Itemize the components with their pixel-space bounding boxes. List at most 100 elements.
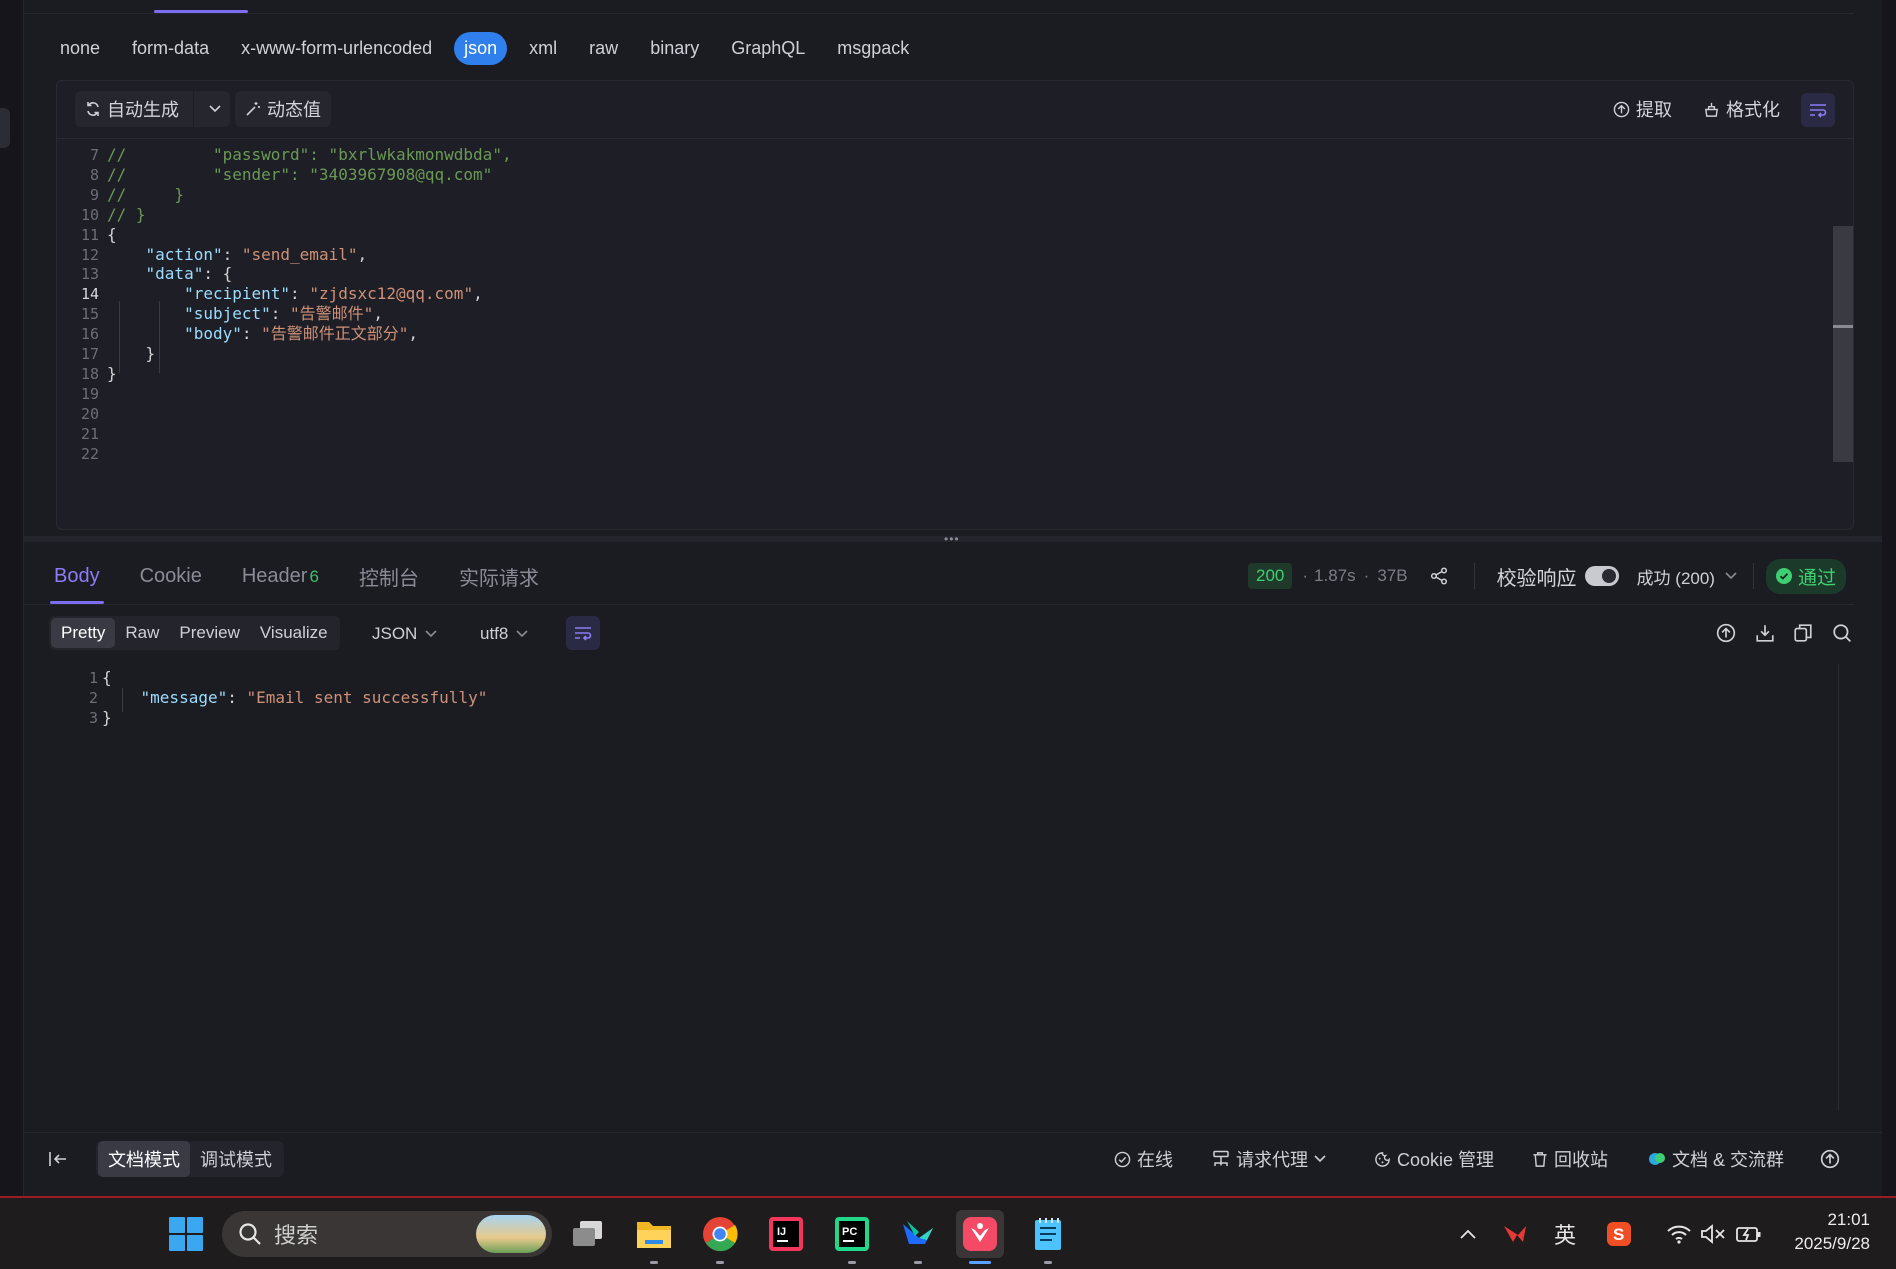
word-wrap-button[interactable] [1801, 93, 1835, 127]
docs-community-label: 文档 & 交流群 [1672, 1150, 1785, 1170]
body-type-urlencoded[interactable]: x-www-form-urlencoded [231, 32, 442, 65]
check-circle-icon [1775, 568, 1792, 584]
body-type-graphql[interactable]: GraphQL [721, 32, 815, 65]
show-hidden-icons-button[interactable] [1456, 1220, 1480, 1248]
auto-generate-button[interactable]: 自动生成 [75, 91, 230, 127]
auto-generate-dropdown[interactable] [200, 105, 230, 113]
debug-mode-button[interactable]: 调试模式 [190, 1141, 282, 1177]
online-status[interactable]: 在线 [1114, 1145, 1173, 1173]
body-type-tabs: none form-data x-www-form-urlencoded jso… [50, 30, 931, 66]
mode-switch: 文档模式 调试模式 [96, 1141, 284, 1177]
response-tabs: Body Cookie Header 6 控制台 实际请求 [50, 556, 575, 604]
tab-cookie[interactable]: Cookie [136, 559, 206, 594]
start-button[interactable] [162, 1210, 210, 1258]
dynamic-value-button[interactable]: 动态值 [235, 91, 331, 127]
input-method-indicator[interactable]: 英 [1550, 1220, 1580, 1248]
body-type-none[interactable]: none [50, 32, 110, 65]
copy-icon [1794, 624, 1812, 642]
volume-status[interactable] [1698, 1220, 1728, 1248]
doc-mode-button[interactable]: 文档模式 [98, 1141, 190, 1177]
status-bar: 文档模式 调试模式 在线 请求代理 Cookie 管理 回收站 文档 & 交流群 [24, 1132, 1882, 1184]
body-type-form-data[interactable]: form-data [122, 32, 219, 65]
view-mode-visualize[interactable]: Visualize [250, 618, 338, 648]
apifox-app[interactable] [956, 1210, 1004, 1264]
red-tray-app-icon [1504, 1226, 1526, 1242]
view-mode-switch: Pretty Raw Preview Visualize [49, 616, 340, 650]
battery-status[interactable] [1734, 1220, 1764, 1248]
copy-button[interactable] [1790, 620, 1816, 646]
result-select[interactable]: 成功 (200) [1637, 564, 1737, 589]
chrome-app[interactable] [696, 1210, 744, 1264]
chevron-down-icon [209, 105, 221, 113]
search-button[interactable] [1829, 620, 1855, 646]
pycharm-app[interactable]: PC [828, 1210, 876, 1264]
format-button[interactable]: 格式化 [1703, 91, 1780, 127]
sidebar-collapse-handle[interactable] [0, 108, 10, 148]
tray-app-icon[interactable] [1500, 1220, 1530, 1248]
share-button[interactable] [1430, 567, 1448, 585]
tab-body[interactable]: Body [50, 559, 104, 604]
running-indicator [914, 1261, 922, 1264]
wifi-status[interactable] [1664, 1220, 1694, 1248]
pass-label: 通过 [1797, 567, 1836, 589]
feishu-app[interactable] [894, 1210, 942, 1264]
svg-text:S: S [1613, 1225, 1624, 1244]
notepad-app[interactable] [1024, 1210, 1072, 1264]
request-code-area[interactable]: 7// "password": "bxrlwkakmonwdbda", 8// "… [57, 141, 1817, 529]
download-button[interactable] [1752, 620, 1778, 646]
docs-community-button[interactable]: 文档 & 交流群 [1648, 1145, 1784, 1173]
left-gutter [0, 0, 24, 1196]
running-indicator [716, 1261, 724, 1264]
result-select-value: 成功 (200) [1636, 568, 1715, 588]
divider [193, 91, 194, 127]
recycle-bin-button[interactable]: 回收站 [1532, 1145, 1608, 1173]
view-mode-pretty[interactable]: Pretty [51, 618, 116, 648]
encoding-select[interactable]: utf8 [480, 620, 528, 648]
task-view-button[interactable] [564, 1210, 612, 1258]
sogou-ime-icon[interactable]: S [1604, 1220, 1634, 1248]
running-indicator [969, 1261, 991, 1264]
system-clock[interactable]: 21:01 2025/9/28 [1794, 1208, 1870, 1256]
clock-date: 2025/9/28 [1794, 1234, 1870, 1253]
meta-separator: · [1302, 566, 1309, 585]
cookie-manager-button[interactable]: Cookie 管理 [1374, 1145, 1494, 1173]
apifox-icon [963, 1217, 997, 1251]
format-select[interactable]: JSON [372, 620, 437, 648]
editor-scrollbar[interactable] [1833, 226, 1853, 462]
response-wrap-button[interactable] [566, 616, 600, 650]
body-type-msgpack[interactable]: msgpack [827, 32, 919, 65]
chat-bubble-icon [1649, 1153, 1665, 1165]
view-mode-preview[interactable]: Preview [169, 618, 249, 648]
tab-console[interactable]: 控制台 [355, 556, 423, 597]
intellij-app[interactable]: IJ [762, 1210, 810, 1258]
header-count-badge: 6 [309, 566, 319, 586]
status-code-badge: 200 [1248, 563, 1293, 589]
file-explorer-app[interactable] [630, 1210, 678, 1264]
response-code-area[interactable]: 1{2 "message": "Email sent successfully"… [56, 664, 1836, 964]
pycharm-icon: PC [835, 1217, 869, 1251]
body-type-binary[interactable]: binary [640, 32, 709, 65]
view-mode-raw[interactable]: Raw [115, 618, 169, 648]
body-type-json[interactable]: json [454, 31, 508, 65]
response-extract-button[interactable] [1713, 620, 1739, 646]
meta-separator: · [1363, 566, 1370, 585]
proxy-label: 请求代理 [1236, 1150, 1308, 1170]
taskbar-search[interactable]: 搜索 [222, 1211, 552, 1257]
feishu-bird-icon [903, 1221, 933, 1244]
response-scrollbar-track[interactable] [1838, 664, 1839, 1110]
online-label: 在线 [1137, 1150, 1173, 1170]
extract-button[interactable]: 提取 [1613, 91, 1672, 127]
code-line[interactable]: 3} [56, 706, 1836, 730]
proxy-select[interactable]: 请求代理 [1212, 1145, 1326, 1173]
upload-circle-icon [1820, 1149, 1840, 1169]
collapse-sidebar-button[interactable] [48, 1145, 68, 1173]
body-type-xml[interactable]: xml [519, 32, 567, 65]
upgrade-button[interactable] [1820, 1145, 1840, 1173]
tab-actual-request[interactable]: 实际请求 [455, 556, 543, 597]
chevron-down-icon [425, 630, 437, 638]
tab-header[interactable]: Header 6 [238, 559, 323, 594]
validate-response-toggle[interactable] [1584, 566, 1619, 586]
code-line[interactable]: 22 [57, 442, 1817, 466]
splitter-handle-icon[interactable]: ••• [944, 532, 960, 546]
body-type-raw[interactable]: raw [579, 32, 628, 65]
